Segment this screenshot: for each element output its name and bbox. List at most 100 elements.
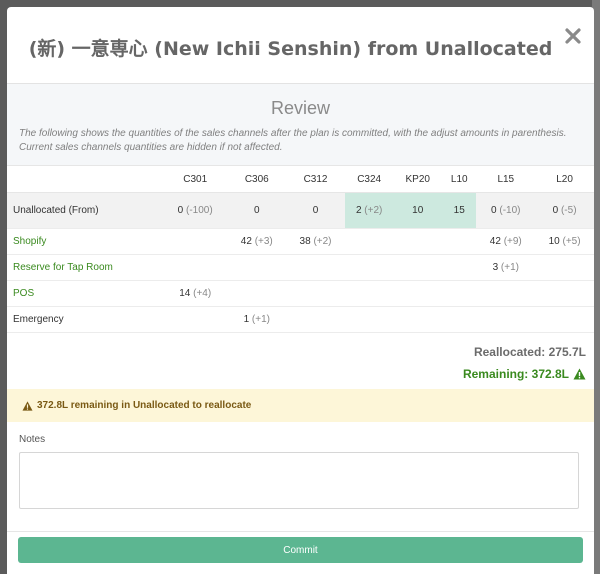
table-header-row: C301 C306 C312 C324 KP20 L10 L15 L20 (7, 166, 594, 193)
warning-icon (573, 368, 586, 380)
table-cell: 15 (442, 192, 477, 229)
review-section: Review The following shows the quantitie… (7, 84, 594, 166)
cell-adjustment: (+2) (364, 205, 383, 216)
table-row: Emergency 1 (+1) (7, 306, 594, 333)
remaining-alert: 372.8L remaining in Unallocated to reall… (7, 389, 594, 422)
column-header: L15 (476, 166, 536, 193)
notes-section: Notes (7, 422, 594, 509)
cell-value: 15 (453, 205, 465, 216)
cell-adjustment: (-5) (560, 205, 577, 216)
table-cell (476, 280, 536, 307)
cell-value: 10 (548, 236, 560, 247)
cell-adjustment: (+1) (500, 262, 519, 273)
table-cell: 42 (+3) (227, 228, 287, 255)
table-cell (535, 306, 594, 333)
cell-adjustment: (+1) (251, 314, 270, 325)
reallocated-total: Reallocated: 275.7L (473, 345, 586, 359)
cell-value: 1 (243, 314, 250, 325)
table-cell (344, 254, 394, 281)
table-cell (393, 306, 443, 333)
reallocation-modal: (新) 一意専心 (New Ichii Senshin) from Unallo… (7, 7, 594, 574)
column-header: C306 (227, 166, 287, 193)
table-cell (442, 306, 477, 333)
table-cell (442, 228, 477, 255)
remaining-total-text: Remaining: 372.8L (462, 367, 569, 381)
table-cell (286, 254, 345, 281)
table-cell: 10 (393, 192, 443, 229)
row-label: Reserve for Tap Room (7, 254, 163, 281)
table-cell: 0 (-100) (163, 192, 228, 229)
table-cell (227, 254, 287, 281)
cell-adjustment: (+2) (313, 236, 332, 247)
notes-textarea[interactable] (19, 452, 579, 509)
cell-value: 14 (179, 288, 191, 299)
table-cell (442, 254, 477, 281)
warning-icon (22, 400, 33, 411)
cell-value: 38 (299, 236, 311, 247)
cell-adjustment: (+5) (562, 236, 581, 247)
cell-adjustment: (-100) (186, 205, 213, 216)
table-cell (344, 306, 394, 333)
close-icon[interactable] (564, 27, 582, 45)
cell-value: 0 (253, 205, 260, 216)
table-cell (163, 228, 228, 255)
column-header: L10 (442, 166, 477, 193)
column-header: L20 (535, 166, 594, 193)
review-description: The following shows the quantities of th… (19, 128, 567, 153)
table-cell: 0 (-5) (535, 192, 594, 229)
table-cell (344, 228, 394, 255)
cell-value: 3 (492, 262, 499, 273)
table-cell: 0 (286, 192, 345, 229)
column-header: KP20 (393, 166, 443, 193)
table-cell: 2 (+2) (344, 192, 394, 229)
table-cell (535, 280, 594, 307)
totals: Reallocated: 275.7L Remaining: 372.8L (7, 345, 594, 381)
column-header: C324 (344, 166, 394, 193)
modal-header: (新) 一意専心 (New Ichii Senshin) from Unallo… (7, 7, 594, 84)
modal-title: (新) 一意専心 (New Ichii Senshin) from Unallo… (28, 38, 553, 60)
review-title: Review (270, 98, 331, 118)
table-cell: 3 (+1) (476, 254, 536, 281)
column-header (7, 166, 163, 193)
table-cell (393, 280, 443, 307)
cell-adjustment: (+9) (503, 236, 522, 247)
cell-adjustment: (+4) (193, 288, 212, 299)
table-row: Shopify 42 (+3) 38 (+2) 42 (+9) 10 (+5) (7, 228, 594, 255)
table-cell (227, 280, 287, 307)
table-cell (393, 254, 443, 281)
table-cell (344, 280, 394, 307)
row-label: POS (7, 280, 163, 307)
table-cell: 14 (+4) (163, 280, 228, 307)
row-label: Shopify (7, 228, 163, 255)
footer-divider (7, 531, 594, 532)
table-cell (286, 280, 345, 307)
column-header: C312 (286, 166, 345, 193)
alert-text: 372.8L remaining in Unallocated to reall… (37, 400, 252, 411)
table-cell (393, 228, 443, 255)
table-row: POS 14 (+4) (7, 280, 594, 307)
table-cell (163, 306, 228, 333)
cell-value: 0 (177, 205, 184, 216)
cell-value: 42 (489, 236, 501, 247)
notes-label: Notes (19, 434, 46, 445)
table-cell (476, 306, 536, 333)
cell-value: 10 (412, 205, 424, 216)
table-cell: 0 (227, 192, 287, 229)
table-cell (535, 254, 594, 281)
cell-adjustment: (-10) (499, 205, 521, 216)
cell-value: 42 (240, 236, 252, 247)
table-cell (286, 306, 345, 333)
table-row: Unallocated (From) 0 (-100) 0 0 2 (+2) 10 1… (7, 192, 594, 229)
row-label: Unallocated (From) (7, 192, 163, 229)
cell-value: 0 (491, 205, 497, 216)
table-cell: 38 (+2) (286, 228, 345, 255)
remaining-total: Remaining: 372.8L (7, 367, 586, 381)
table-cell: 42 (+9) (476, 228, 536, 255)
row-label: Emergency (7, 306, 163, 333)
allocation-table: C301 C306 C312 C324 KP20 L10 L15 L20 Una… (7, 166, 594, 333)
commit-button[interactable]: Commit (18, 537, 583, 563)
table-row: Reserve for Tap Room 3 (+1) (7, 254, 594, 281)
table-cell: 0 (-10) (476, 192, 536, 229)
table-cell: 1 (+1) (227, 306, 287, 333)
cell-value: 0 (552, 205, 559, 216)
